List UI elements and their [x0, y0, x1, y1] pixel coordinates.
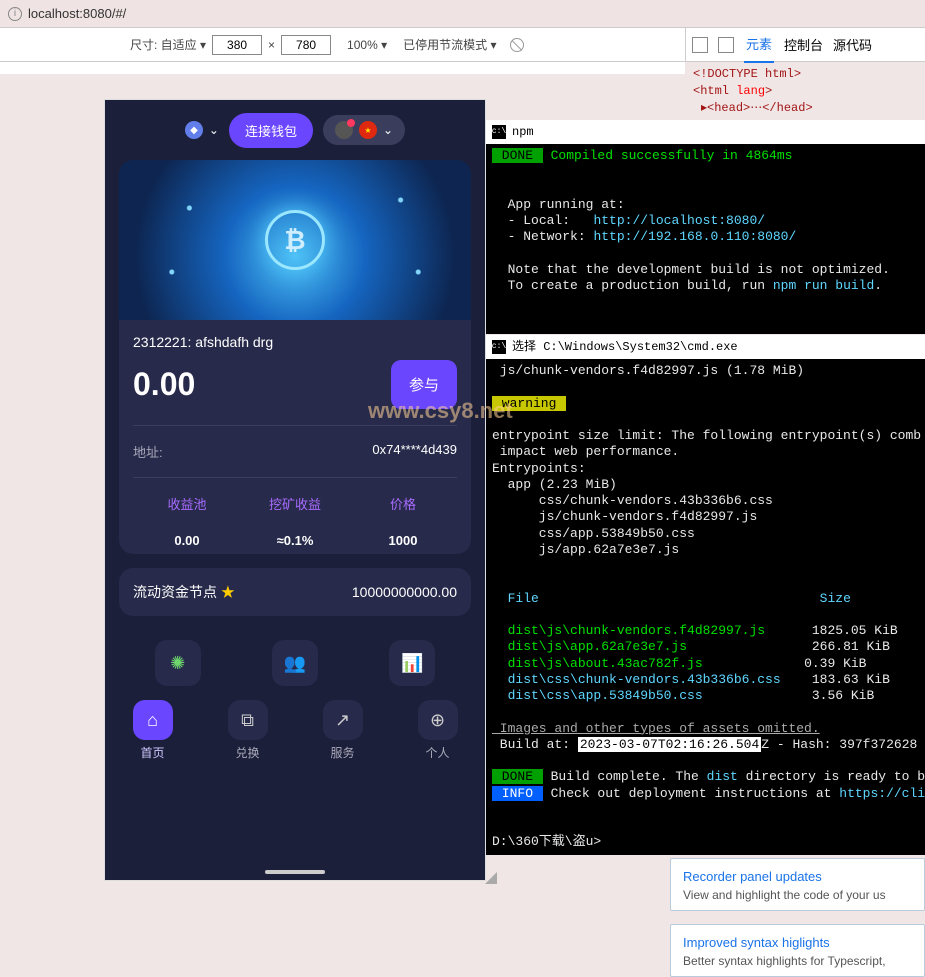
pool-value: 0.00: [174, 533, 199, 548]
liquidity-card[interactable]: 流动资金节点 ★ 10000000000.00: [119, 568, 471, 616]
nav-me[interactable]: ⊕ 个人: [418, 700, 458, 761]
whatsnew-card[interactable]: Recorder panel updates View and highligh…: [670, 858, 925, 911]
tab-console[interactable]: 控制台: [784, 35, 823, 54]
nav-label: 服务: [330, 746, 354, 760]
src-line: <!DOCTYPE html>: [693, 67, 801, 81]
connect-wallet-button[interactable]: 连接钱包: [229, 113, 313, 148]
nav-label: 首页: [140, 746, 164, 760]
service-icon: ↗: [323, 700, 363, 740]
nav-service[interactable]: ↗ 服务: [323, 700, 363, 761]
card-desc: Better syntax highlights for Typescript,: [683, 954, 912, 968]
mining-header: 挖矿收益: [241, 494, 349, 513]
url-text: localhost:8080/#/: [28, 6, 126, 21]
hero-image: ₿: [119, 160, 471, 320]
drag-handle[interactable]: [265, 870, 325, 874]
pool-header: 收益池: [133, 494, 241, 513]
terminal-body: js/chunk-vendors.f4d82997.js (1.78 MiB) …: [486, 359, 925, 855]
rotate-icon[interactable]: [510, 38, 524, 52]
stats-row: 收益池 0.00 挖矿收益 ≈0.1% 价格 1000: [133, 494, 457, 548]
throttle-dropdown[interactable]: 已停用节流模式 ▾: [403, 36, 496, 53]
terminal-cmd[interactable]: c:\ 选择 C:\Windows\System32\cmd.exe js/chu…: [486, 335, 925, 855]
chevron-down-icon: ⌄: [383, 123, 393, 137]
home-icon: ⌂: [133, 700, 173, 740]
star-icon: ★: [221, 584, 235, 600]
bottom-nav: ⌂ 首页 ⧉ 兑换 ↗ 服务 ⊕ 个人: [105, 692, 485, 765]
product-title: 2312221: afshdafh drg: [133, 334, 457, 350]
times-label: ×: [268, 38, 275, 52]
action-users-icon[interactable]: 👥: [272, 640, 318, 686]
chain-selector[interactable]: ◆ ⌄: [185, 121, 219, 139]
action-chart-icon[interactable]: 📊: [389, 640, 435, 686]
action-gear-icon[interactable]: ✺: [155, 640, 201, 686]
src-line: >: [765, 84, 772, 98]
tab-sources[interactable]: 源代码: [833, 35, 872, 54]
device-frame: ◆ ⌄ 连接钱包 ★ ⌄ ₿ 2312221: afshdafh drg 0.0…: [105, 100, 485, 880]
card-desc: View and highlight the code of your us: [683, 888, 912, 902]
tab-elements[interactable]: 元素: [744, 26, 774, 63]
price-header: 价格: [349, 494, 457, 513]
terminal-titlebar[interactable]: c:\ 选择 C:\Windows\System32\cmd.exe: [486, 335, 925, 359]
notify-icon: [335, 121, 353, 139]
card-title: Recorder panel updates: [683, 869, 912, 884]
size-label[interactable]: 尺寸: 自适应 ▾: [130, 36, 206, 53]
lang-selector[interactable]: ★ ⌄: [323, 115, 405, 145]
terminal-title: 选择 C:\Windows\System32\cmd.exe: [512, 340, 738, 355]
join-button[interactable]: 参与: [391, 360, 457, 409]
terminal-body: DONE Compiled successfully in 4864ms App…: [486, 144, 925, 298]
ethereum-icon: ◆: [185, 121, 203, 139]
cmd-icon: c:\: [492, 340, 506, 354]
chevron-down-icon: ⌄: [209, 123, 219, 137]
nav-swap[interactable]: ⧉ 兑换: [228, 700, 268, 761]
cmd-icon: c:\: [492, 125, 506, 139]
app-header: ◆ ⌄ 连接钱包 ★ ⌄: [105, 100, 485, 160]
terminal-npm[interactable]: c:\ npm DONE Compiled successfully in 486…: [486, 120, 925, 334]
src-line: ▸<head>⋯</head>: [701, 101, 813, 115]
resize-handle-icon[interactable]: [485, 872, 497, 884]
address-label: 地址:: [133, 442, 163, 461]
liquidity-label: 流动资金节点 ★: [133, 582, 235, 602]
price-value: 1000: [389, 533, 418, 548]
nav-label: 兑换: [235, 746, 259, 760]
device-toggle-icon[interactable]: [718, 37, 734, 53]
swap-icon: ⧉: [228, 700, 268, 740]
plus-icon: ⊕: [418, 700, 458, 740]
elements-source[interactable]: <!DOCTYPE html> <html lang> ▸<head>⋯</he…: [685, 62, 925, 120]
browser-url-bar[interactable]: i localhost:8080/#/: [0, 0, 925, 28]
height-input[interactable]: [281, 35, 331, 55]
inspect-icon[interactable]: [692, 37, 708, 53]
balance-value: 0.00: [133, 366, 195, 403]
devtools-tabs: 元素 控制台 源代码: [685, 28, 925, 62]
width-input[interactable]: [212, 35, 262, 55]
src-line: <html: [693, 84, 736, 98]
info-icon[interactable]: i: [8, 7, 22, 21]
ruler: [0, 62, 685, 74]
hero-card: ₿ 2312221: afshdafh drg 0.00 参与 地址: 0x74…: [119, 160, 471, 554]
zoom-dropdown[interactable]: 100% ▾: [347, 38, 387, 52]
nav-home[interactable]: ⌂ 首页: [133, 700, 173, 761]
address-value: 0x74****4d439: [372, 442, 457, 461]
card-title: Improved syntax higlights: [683, 935, 912, 950]
mining-value: ≈0.1%: [277, 533, 314, 548]
flag-cn-icon: ★: [359, 121, 377, 139]
terminal-titlebar[interactable]: c:\ npm: [486, 120, 925, 144]
app-root: ◆ ⌄ 连接钱包 ★ ⌄ ₿ 2312221: afshdafh drg 0.0…: [105, 100, 485, 880]
quick-actions: ✺ 👥 📊: [119, 640, 471, 686]
nav-label: 个人: [425, 746, 449, 760]
terminal-title: npm: [512, 125, 534, 140]
liquidity-value: 10000000000.00: [352, 584, 457, 600]
whatsnew-card[interactable]: Improved syntax higlights Better syntax …: [670, 924, 925, 977]
src-line: lang: [736, 84, 765, 98]
